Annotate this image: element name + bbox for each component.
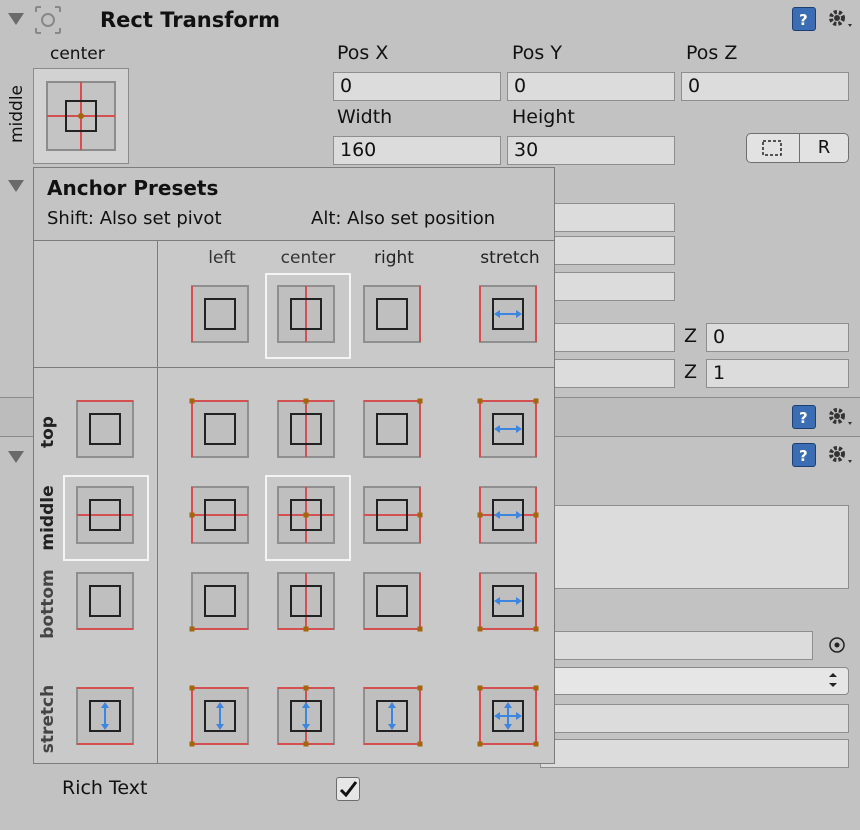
svg-text:?: ? bbox=[799, 409, 808, 427]
font-field[interactable] bbox=[540, 631, 813, 660]
font-style-dropdown[interactable] bbox=[540, 667, 849, 695]
gear-icon[interactable] bbox=[826, 6, 856, 32]
help-icon[interactable]: ? bbox=[792, 7, 816, 31]
row-label-bottom: bottom bbox=[38, 569, 58, 639]
anchor-horizontal-label: center bbox=[50, 44, 105, 64]
foldout-arrow-icon[interactable] bbox=[8, 13, 24, 25]
anchor-preset-bottom-none[interactable] bbox=[74, 570, 136, 632]
pos-z-field[interactable]: 0 bbox=[681, 72, 849, 101]
anchor-preset-stretch-right[interactable] bbox=[361, 685, 423, 747]
anchor-preset-bottom-center[interactable] bbox=[275, 570, 337, 632]
column-label-left: left bbox=[208, 248, 236, 268]
text-foldout-icon[interactable] bbox=[8, 451, 24, 463]
row-label-top: top bbox=[38, 416, 58, 448]
anchor-preset-top-center[interactable] bbox=[275, 398, 337, 460]
anchor-preset-top-stretch[interactable] bbox=[477, 398, 539, 460]
anchor-preset-middle-left[interactable] bbox=[189, 484, 251, 546]
object-picker-icon[interactable] bbox=[826, 634, 848, 656]
rich-text-checkbox[interactable] bbox=[336, 777, 360, 801]
anchor-preset-none-stretch[interactable] bbox=[477, 283, 539, 345]
dropdown-arrows-icon bbox=[829, 673, 837, 687]
anchor-presets-popup: Anchor Presets Shift: Also set pivot Alt… bbox=[33, 167, 555, 764]
anchor-preset-top-left[interactable] bbox=[189, 398, 251, 460]
anchor-preset-top-right[interactable] bbox=[361, 398, 423, 460]
blueprint-icon bbox=[762, 140, 782, 156]
svg-text:?: ? bbox=[799, 447, 808, 465]
pos-x-label: Pos X bbox=[337, 42, 389, 64]
height-field[interactable]: 30 bbox=[507, 136, 675, 165]
anchor-preset-stretch-none[interactable] bbox=[74, 685, 136, 747]
raw-edit-button[interactable]: R bbox=[799, 133, 849, 163]
anchor-preset-button[interactable] bbox=[33, 68, 129, 164]
pos-x-field[interactable]: 0 bbox=[333, 72, 501, 101]
gear-icon[interactable] bbox=[826, 404, 856, 430]
width-field[interactable]: 160 bbox=[333, 136, 501, 165]
anchor-preset-none-right[interactable] bbox=[361, 283, 423, 345]
anchor-preset-middle-right[interactable] bbox=[361, 484, 423, 546]
rotation-z-field[interactable]: 0 bbox=[706, 323, 849, 352]
column-label-stretch: stretch bbox=[480, 248, 540, 268]
height-label: Height bbox=[512, 106, 575, 128]
rect-tool-icon bbox=[30, 4, 66, 36]
anchor-preset-none-center[interactable] bbox=[275, 283, 337, 345]
anchor-vertical-label: middle bbox=[7, 84, 27, 144]
grid-divider-vertical bbox=[157, 241, 158, 764]
anchor-preset-stretch-left[interactable] bbox=[189, 685, 251, 747]
svg-text:?: ? bbox=[799, 11, 808, 29]
anchor-preset-bottom-right[interactable] bbox=[361, 570, 423, 632]
scale-z-field[interactable]: 1 bbox=[706, 359, 849, 388]
help-icon[interactable]: ? bbox=[792, 443, 816, 467]
grid-divider-horizontal bbox=[34, 367, 554, 368]
column-label-right: right bbox=[374, 248, 414, 268]
width-label: Width bbox=[337, 106, 393, 128]
popup-title: Anchor Presets bbox=[47, 176, 219, 200]
anchor-preset-stretch-center[interactable] bbox=[275, 685, 337, 747]
pos-y-label: Pos Y bbox=[512, 42, 562, 64]
anchor-preset-middle-center[interactable] bbox=[275, 484, 337, 546]
anchor-preset-top-none[interactable] bbox=[74, 398, 136, 460]
gear-icon[interactable] bbox=[826, 442, 856, 468]
font-size-field[interactable] bbox=[540, 704, 849, 733]
scale-z-label: Z bbox=[684, 361, 698, 383]
help-icon[interactable]: ? bbox=[792, 405, 816, 429]
anchor-preset-none-left[interactable] bbox=[189, 283, 251, 345]
anchor-preset-middle-none[interactable] bbox=[74, 484, 136, 546]
popup-hint-alt: Alt: Also set position bbox=[311, 208, 496, 229]
column-label-center: center bbox=[280, 248, 336, 268]
line-spacing-field[interactable] bbox=[540, 739, 849, 768]
anchor-preset-bottom-stretch[interactable] bbox=[477, 570, 539, 632]
text-area[interactable] bbox=[540, 505, 849, 589]
rot-z-label: Z bbox=[684, 325, 698, 347]
anchor-preset-stretch-stretch[interactable] bbox=[477, 685, 539, 747]
row-label-middle: middle bbox=[38, 485, 58, 551]
pos-y-field[interactable]: 0 bbox=[507, 72, 675, 101]
anchors-foldout-icon[interactable] bbox=[8, 180, 24, 192]
pos-z-label: Pos Z bbox=[686, 42, 738, 64]
component-title: Rect Transform bbox=[100, 8, 281, 32]
row-label-stretch: stretch bbox=[38, 684, 58, 754]
rich-text-label: Rich Text bbox=[62, 777, 148, 799]
anchor-preset-middle-stretch[interactable] bbox=[477, 484, 539, 546]
checkmark-icon bbox=[339, 781, 358, 798]
popup-hint-shift: Shift: Also set pivot bbox=[47, 208, 222, 229]
anchor-preset-bottom-left[interactable] bbox=[189, 570, 251, 632]
blueprint-mode-button[interactable] bbox=[746, 133, 800, 163]
